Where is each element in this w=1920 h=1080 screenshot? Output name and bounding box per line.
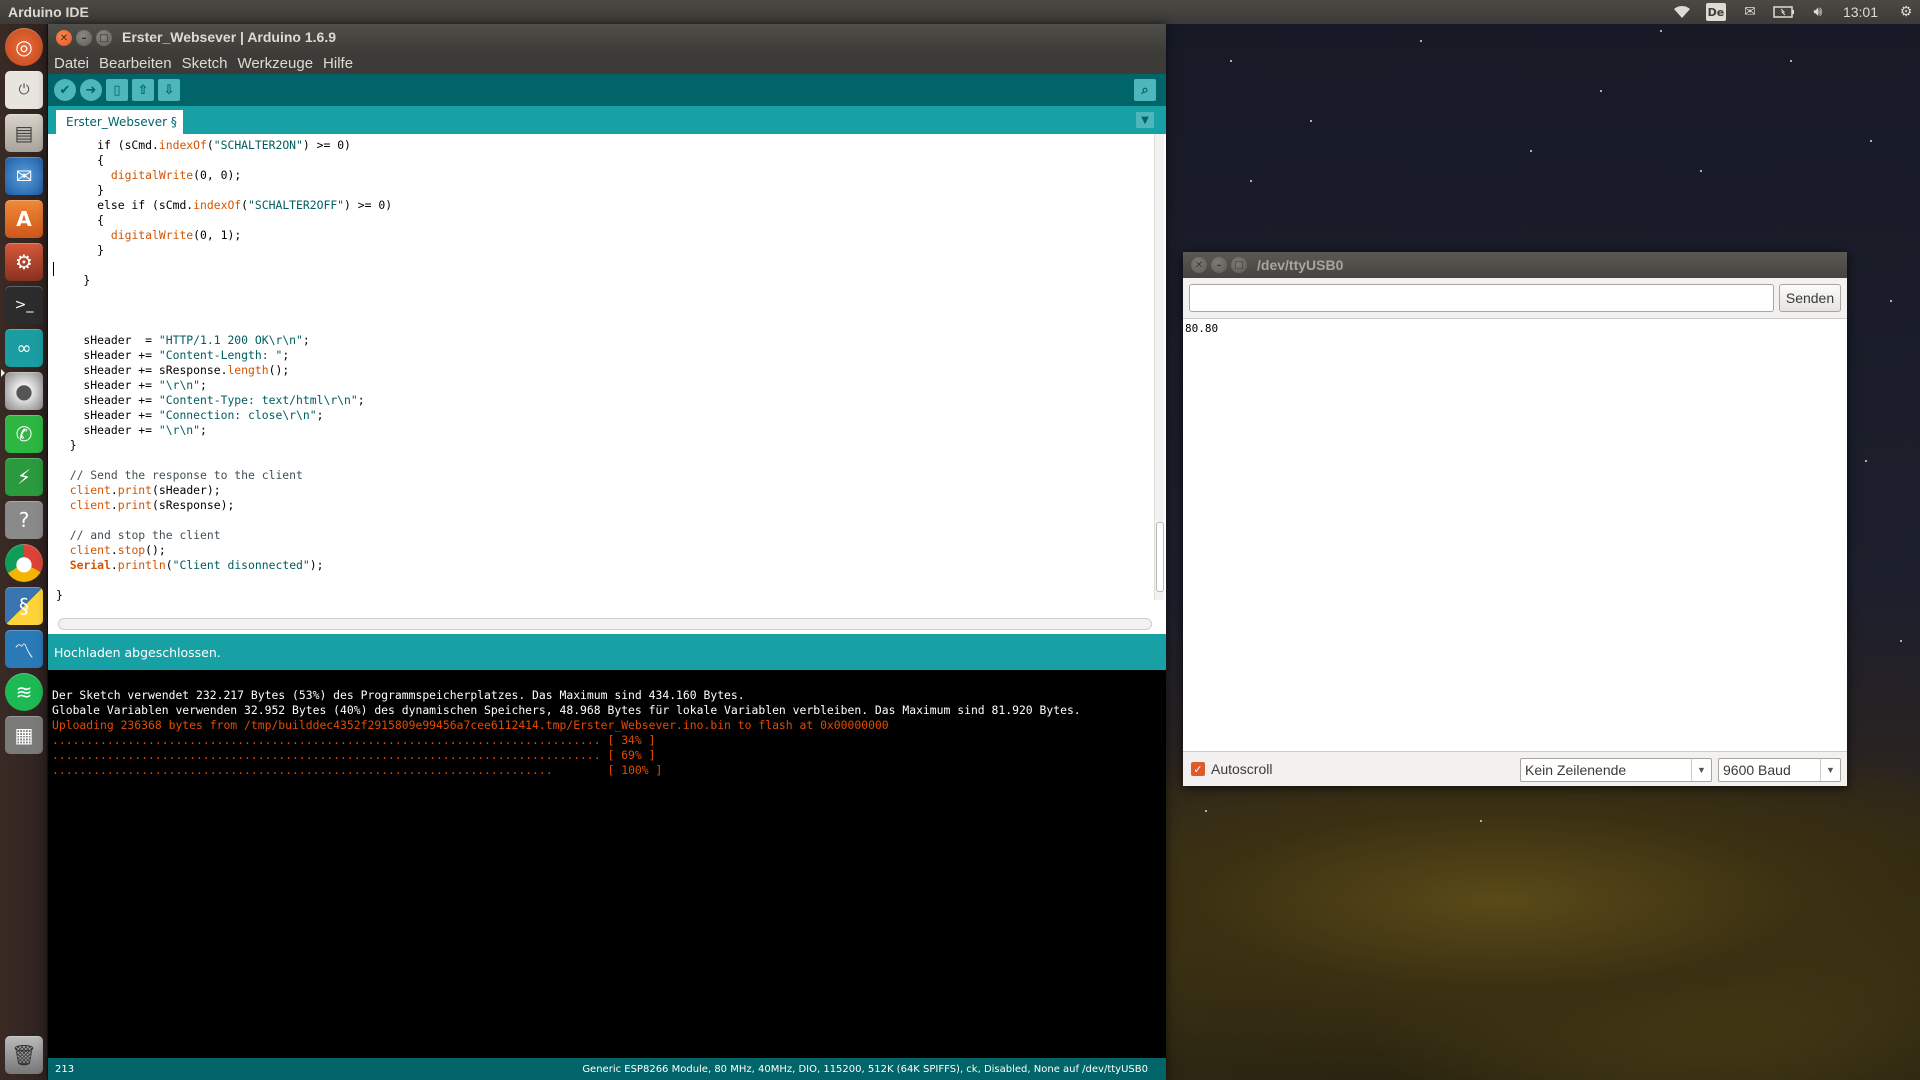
menu-bearbeiten[interactable]: Bearbeiten [99, 55, 172, 72]
volume-icon[interactable]: 🔊︎ [1801, 0, 1835, 24]
launcher: ◎ ⏻ ▤ ✉ A ⚙ >_ ∞ ● ✆ ⚡ ? ● § 〽 ≋ ▦ 🗑︎ [0, 24, 48, 1080]
active-app-name: Arduino IDE [8, 4, 89, 20]
serial-send-input[interactable] [1189, 284, 1774, 312]
power-icon[interactable]: ⏻ [5, 71, 43, 109]
horizontal-scrollbar[interactable] [58, 618, 1152, 630]
keyboard-layout-indicator[interactable]: De [1705, 3, 1726, 21]
help-icon[interactable]: ? [5, 501, 43, 539]
progress-dots: ........................................… [52, 748, 601, 762]
vertical-scroll-thumb[interactable] [1156, 522, 1164, 592]
menu-hilfe[interactable]: Hilfe [323, 55, 353, 72]
progress-percent: [ 100% ] [607, 763, 663, 777]
vertical-scrollbar[interactable] [1154, 134, 1164, 600]
tab-bar: Erster_Websever § ▼ [48, 106, 1166, 134]
files-icon[interactable]: ▤ [5, 114, 43, 152]
tab-menu-chevron-down-icon[interactable]: ▼ [1136, 112, 1154, 128]
line-ending-value: Kein Zeilenende [1525, 762, 1627, 778]
serial-window-title: /dev/ttyUSB0 [1257, 257, 1344, 273]
progress-percent: [ 34% ] [607, 733, 656, 747]
whatsapp-icon[interactable]: ✆ [5, 415, 43, 453]
line-ending-select[interactable]: Kein Zeilenende ▼ [1520, 758, 1712, 782]
console-line: Uploading 236368 bytes from /tmp/buildde… [52, 718, 889, 732]
status-bar: Hochladen abgeschlossen. [48, 634, 1166, 670]
board-info: Generic ESP8266 Module, 80 MHz, 40MHz, D… [582, 1063, 1148, 1075]
chevron-down-icon: ▼ [1691, 759, 1711, 781]
minimize-icon[interactable]: – [76, 30, 92, 46]
menu-sketch[interactable]: Sketch [182, 55, 228, 72]
serial-monitor-window: ✕ – □ /dev/ttyUSB0 Senden 80.80 ✓ Autosc… [1183, 252, 1847, 786]
close-icon[interactable]: ✕ [1191, 257, 1207, 273]
battery-icon[interactable] [1767, 0, 1801, 24]
python-icon[interactable]: § [5, 587, 43, 625]
close-icon[interactable]: ✕ [56, 30, 72, 46]
gear-icon[interactable]: ⚙ [1892, 0, 1920, 24]
text-caret [53, 262, 54, 276]
spotify-icon[interactable]: ≋ [5, 673, 43, 711]
calculator-icon[interactable]: ▦ [5, 716, 43, 754]
chrome-icon[interactable]: ● [5, 544, 43, 582]
terminal-icon[interactable]: >_ [5, 286, 43, 324]
autoscroll-checkbox[interactable]: ✓ [1191, 762, 1205, 776]
menu-datei[interactable]: Datei [54, 55, 89, 72]
send-button[interactable]: Senden [1779, 284, 1841, 312]
console-output[interactable]: Der Sketch verwendet 232.217 Bytes (53%)… [48, 670, 1166, 1058]
autoscroll-toggle[interactable]: ✓ Autoscroll [1191, 761, 1272, 777]
menu-werkzeuge[interactable]: Werkzeuge [237, 55, 313, 72]
progress-dots: ........................................… [52, 733, 601, 747]
lightning-icon[interactable]: ⚡ [5, 458, 43, 496]
console-line: Globale Variablen verwenden 32.952 Bytes… [52, 703, 1081, 717]
arduino-icon[interactable]: ∞ [5, 329, 43, 367]
save-sketch-icon[interactable]: ⇩ [158, 79, 180, 101]
minimize-icon[interactable]: – [1211, 257, 1227, 273]
maximize-icon[interactable]: □ [96, 30, 112, 46]
upload-icon[interactable]: ➜ [80, 79, 102, 101]
new-sketch-icon[interactable]: ▯ [106, 79, 128, 101]
wifi-icon[interactable] [1665, 0, 1699, 24]
serial-titlebar[interactable]: ✕ – □ /dev/ttyUSB0 [1183, 252, 1847, 278]
serial-output[interactable]: 80.80 [1183, 318, 1847, 752]
disc-icon[interactable]: ● [5, 372, 43, 410]
ubuntu-dash-icon[interactable]: ◎ [5, 28, 43, 66]
progress-percent: [ 69% ] [607, 748, 656, 762]
thunderbird-icon[interactable]: ✉ [5, 157, 43, 195]
chart-app-icon[interactable]: 〽 [5, 630, 43, 668]
arduino-window: ✕ – □ Erster_Websever | Arduino 1.6.9 Da… [48, 24, 1166, 1080]
serial-monitor-icon[interactable]: ⌕ [1134, 79, 1156, 101]
baud-rate-select[interactable]: 9600 Baud ▼ [1718, 758, 1841, 782]
settings-icon[interactable]: ⚙ [5, 243, 43, 281]
indicator-area: De ✉ 🔊︎ 13:01 ⚙ [1665, 0, 1920, 24]
window-title: Erster_Websever | Arduino 1.6.9 [122, 29, 337, 45]
tab-erster-websever[interactable]: Erster_Websever § [56, 110, 183, 134]
menubar: Datei Bearbeiten Sketch Werkzeuge Hilfe [48, 52, 1166, 74]
software-center-icon[interactable]: A [5, 200, 43, 238]
top-panel: Arduino IDE De ✉ 🔊︎ 13:01 ⚙ [0, 0, 1920, 24]
serial-output-text: 80.80 [1185, 322, 1219, 335]
toolbar: ✔ ➜ ▯ ⇧ ⇩ ⌕ [48, 74, 1166, 106]
trash-icon[interactable]: 🗑︎ [5, 1036, 43, 1074]
chevron-down-icon: ▼ [1820, 759, 1840, 781]
verify-icon[interactable]: ✔ [54, 79, 76, 101]
open-sketch-icon[interactable]: ⇧ [132, 79, 154, 101]
code-text[interactable]: if (sCmd.indexOf("SCHALTER2ON") >= 0) { … [56, 138, 392, 603]
console-line: Der Sketch verwendet 232.217 Bytes (53%)… [52, 688, 745, 702]
mail-icon[interactable]: ✉ [1733, 0, 1767, 24]
maximize-icon[interactable]: □ [1231, 257, 1247, 273]
autoscroll-label: Autoscroll [1211, 761, 1273, 777]
line-number: 213 [55, 1063, 75, 1075]
progress-dots: ........................................… [52, 763, 553, 777]
arduino-titlebar[interactable]: ✕ – □ Erster_Websever | Arduino 1.6.9 [48, 24, 1166, 52]
serial-controls: ✓ Autoscroll Kein Zeilenende ▼ 9600 Baud… [1183, 752, 1847, 786]
code-editor[interactable]: if (sCmd.indexOf("SCHALTER2ON") >= 0) { … [48, 134, 1166, 634]
footer-bar: 213 Generic ESP8266 Module, 80 MHz, 40MH… [48, 1058, 1166, 1080]
clock[interactable]: 13:01 [1835, 4, 1892, 20]
baud-rate-value: 9600 Baud [1723, 762, 1791, 778]
